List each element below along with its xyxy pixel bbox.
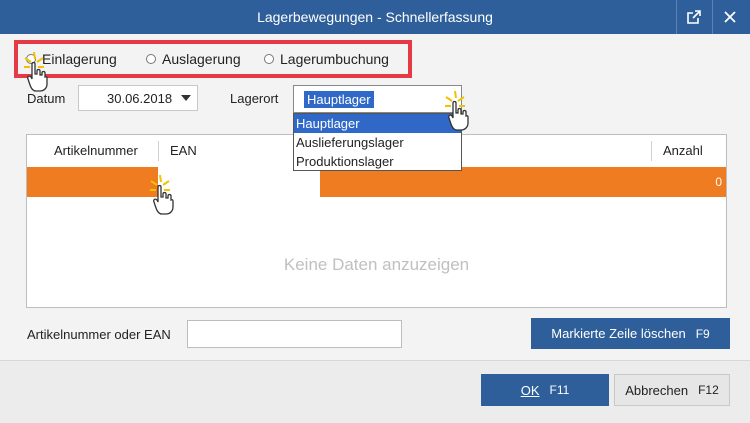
search-input[interactable] xyxy=(187,320,402,348)
delete-row-shortcut: F9 xyxy=(695,326,710,341)
storage-option-produktionslager[interactable]: Produktionslager xyxy=(294,152,461,171)
ok-button[interactable]: OK F11 xyxy=(481,374,609,406)
radio-label-lagerumbuchung: Lagerumbuchung xyxy=(280,51,389,67)
hand-cursor-icon xyxy=(445,90,469,131)
storage-selected-value: Hauptlager xyxy=(304,91,374,108)
storage-select[interactable]: Hauptlager xyxy=(293,85,462,113)
storage-dropdown-list: Hauptlager Auslieferungslager Produktion… xyxy=(293,113,462,171)
chevron-down-icon[interactable] xyxy=(181,95,191,101)
cancel-shortcut: F12 xyxy=(698,383,719,397)
radio-dot[interactable] xyxy=(264,54,274,64)
delete-row-button[interactable]: Markierte Zeile löschen F9 xyxy=(531,318,730,349)
date-value: 30.06.2018 xyxy=(107,91,173,106)
window-title: Lagerbewegungen - Schnellerfassung xyxy=(257,9,493,25)
storage-label: Lagerort xyxy=(230,91,279,106)
ean-cell-editor[interactable] xyxy=(158,167,320,197)
radio-lagerumbuchung[interactable]: Lagerumbuchung xyxy=(264,51,389,67)
column-artikelnummer[interactable]: Artikelnummer xyxy=(54,135,138,167)
cancel-label: Abbrechen xyxy=(625,382,689,398)
ok-shortcut: F11 xyxy=(549,383,570,397)
radio-label-auslagerung: Auslagerung xyxy=(162,51,241,67)
popout-button[interactable] xyxy=(676,0,711,34)
delete-row-label: Markierte Zeile löschen xyxy=(551,326,686,341)
storage-option-auslieferungslager[interactable]: Auslieferungslager xyxy=(294,133,461,152)
cancel-button[interactable]: Abbrechen F12 xyxy=(614,374,730,406)
radio-auslagerung[interactable]: Auslagerung xyxy=(146,51,241,67)
close-icon xyxy=(724,11,736,23)
external-link-icon xyxy=(687,10,701,24)
column-divider xyxy=(651,141,652,161)
hand-cursor-icon xyxy=(150,174,174,215)
search-label: Artikelnummer oder EAN xyxy=(27,327,171,342)
ok-label: OK xyxy=(520,382,540,398)
table-row[interactable]: 0 xyxy=(27,167,726,197)
column-ean[interactable]: EAN xyxy=(170,135,197,167)
radio-dot[interactable] xyxy=(146,54,156,64)
close-button[interactable] xyxy=(712,0,747,34)
empty-message: Keine Daten anzuzeigen xyxy=(283,255,470,274)
column-divider xyxy=(158,141,159,161)
column-anzahl[interactable]: Anzahl xyxy=(663,135,703,167)
hand-cursor-icon xyxy=(24,51,48,92)
title-bar: Lagerbewegungen - Schnellerfassung xyxy=(0,0,750,34)
row-count-value: 0 xyxy=(715,175,722,189)
date-picker[interactable]: 30.06.2018 xyxy=(78,85,198,111)
storage-option-hauptlager[interactable]: Hauptlager xyxy=(294,114,461,133)
